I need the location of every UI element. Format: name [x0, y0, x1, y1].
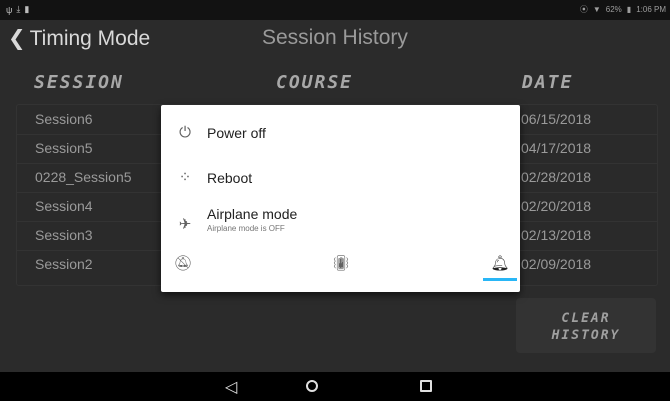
status-left-icons: ψ ⤓ ▮	[6, 4, 29, 15]
session-date: 02/28/2018	[521, 169, 592, 185]
app-screen: ψ ⤓ ▮ ⦿ ▼ 62% ▮ 1:06 PM ❮ Timing Mode Se…	[0, 0, 670, 401]
airplane-mode-label: Airplane mode	[207, 206, 298, 222]
session-name: Session6	[35, 111, 93, 127]
status-right: ⦿ ▼ 62% ▮ 1:06 PM	[580, 4, 666, 15]
session-name: Session3	[35, 227, 93, 243]
reboot-label: Reboot	[207, 170, 253, 186]
power-off-option[interactable]: ⏻ Power off	[161, 113, 520, 153]
airplane-mode-option[interactable]: ✈ Airplane mode Airplane mode is OFF	[161, 200, 520, 246]
navigation-bar: ◁	[0, 372, 670, 401]
column-header-course: COURSE	[276, 72, 354, 93]
sound-mode-row: 🔕︎ 📳︎ 🔔︎	[161, 248, 520, 288]
session-date: 02/20/2018	[521, 198, 592, 214]
top-bar: ❮ Timing Mode Session History	[0, 20, 670, 60]
session-name: Session5	[35, 140, 93, 156]
sound-selected-indicator	[483, 278, 517, 281]
power-off-label: Power off	[207, 125, 266, 141]
bell-off-icon[interactable]: 🔕︎	[173, 254, 193, 272]
clock: 1:06 PM	[636, 5, 666, 14]
power-icon: ⏻	[179, 124, 191, 141]
back-label: Timing Mode	[29, 26, 151, 50]
clear-history-button[interactable]: CLEAR HISTORY	[516, 298, 656, 353]
chevron-left-icon: ❮	[8, 27, 26, 50]
session-date: 04/17/2018	[521, 140, 592, 156]
vibrate-icon[interactable]: 📳︎	[331, 254, 351, 272]
back-button[interactable]: ❮ Timing Mode	[8, 26, 150, 51]
session-date: 02/09/2018	[521, 256, 592, 272]
nav-recents-icon[interactable]	[420, 380, 432, 392]
airplane-icon: ✈	[178, 216, 192, 233]
usb-icon: ψ	[6, 4, 13, 15]
sd-card-icon: ▮	[24, 4, 30, 14]
wifi-icon: ▼	[592, 5, 601, 14]
session-name: Session2	[35, 256, 93, 272]
power-menu-dialog: ⏻ Power off ⁘ Reboot ✈ Airplane mode Air…	[161, 105, 520, 292]
download-icon: ⤓	[16, 4, 21, 14]
session-name: Session4	[35, 198, 93, 214]
clear-history-line2: HISTORY	[551, 328, 621, 343]
session-name: 0228_Session5	[35, 169, 132, 185]
reboot-option[interactable]: ⁘ Reboot	[161, 158, 520, 198]
nav-home-icon[interactable]	[306, 380, 318, 392]
session-date: 06/15/2018	[521, 111, 592, 127]
battery-icon: ▮	[626, 5, 632, 14]
page-title: Session History	[262, 26, 408, 49]
location-icon: ⦿	[579, 5, 588, 14]
bell-icon[interactable]: 🔔︎	[490, 254, 510, 272]
battery-text: 62%	[605, 5, 622, 14]
session-date: 02/13/2018	[521, 227, 592, 243]
airplane-mode-status: Airplane mode is OFF	[207, 224, 285, 233]
column-header-session: SESSION	[34, 72, 124, 93]
status-bar: ψ ⤓ ▮ ⦿ ▼ 62% ▮ 1:06 PM	[0, 0, 670, 20]
clear-history-line1: CLEAR	[561, 311, 611, 326]
nav-back-icon[interactable]: ◁	[225, 377, 237, 397]
column-header-date: DATE	[522, 72, 574, 93]
reboot-icon: ⁘	[178, 169, 192, 186]
